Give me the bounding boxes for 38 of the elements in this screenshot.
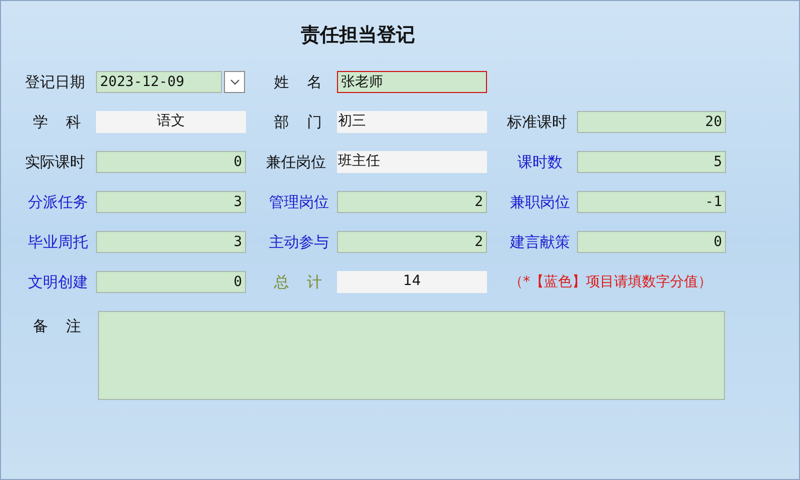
input-field[interactable]: 2 (337, 191, 487, 213)
field-label: 实际课时 (25, 152, 86, 173)
field-label: 兼任岗位 (266, 152, 327, 173)
field-label: 分派任务 (27, 192, 89, 213)
caret-icon (230, 79, 240, 85)
field-label: 文明创建 (27, 272, 89, 293)
input-field[interactable]: 0 (577, 231, 726, 253)
field-label: 姓 名 (274, 72, 322, 93)
date-field[interactable]: 2023-12-09 (96, 71, 222, 93)
display-field: 语文 (96, 111, 246, 133)
input-field[interactable]: 张老师 (337, 71, 487, 93)
field-label: 登记日期 (25, 72, 86, 93)
field-label: 学 科 (33, 112, 81, 133)
dropdown-button[interactable] (224, 71, 245, 93)
field-label: 课时数 (516, 152, 564, 173)
input-field[interactable]: 3 (96, 191, 246, 213)
input-field[interactable]: 3 (96, 231, 246, 253)
input-field[interactable]: 5 (577, 151, 726, 173)
input-field[interactable]: 2 (337, 231, 487, 253)
field-label: 管理岗位 (268, 192, 330, 213)
field-label: 备 注 (33, 316, 81, 337)
field-label: 总 计 (274, 272, 322, 293)
field-label: 建言献策 (508, 232, 571, 253)
display-field: 14 (337, 271, 487, 293)
input-field[interactable]: -1 (577, 191, 726, 213)
remarks-field[interactable] (98, 311, 725, 400)
field-label: 部 门 (274, 112, 322, 133)
form-title: 责任担当登记 (301, 23, 415, 48)
field-label: 兼职岗位 (509, 192, 571, 213)
display-field: 初三 (337, 111, 487, 133)
input-field[interactable]: 0 (96, 151, 246, 173)
input-field[interactable]: 20 (577, 111, 726, 133)
field-label: 毕业周托 (27, 232, 89, 253)
display-field: 班主任 (337, 151, 487, 173)
field-label: 标准课时 (507, 112, 568, 133)
field-label: 主动参与 (268, 232, 330, 253)
input-field[interactable]: 0 (96, 271, 246, 293)
hint-text: （*【蓝色】项目请填数字分值） (509, 272, 712, 292)
